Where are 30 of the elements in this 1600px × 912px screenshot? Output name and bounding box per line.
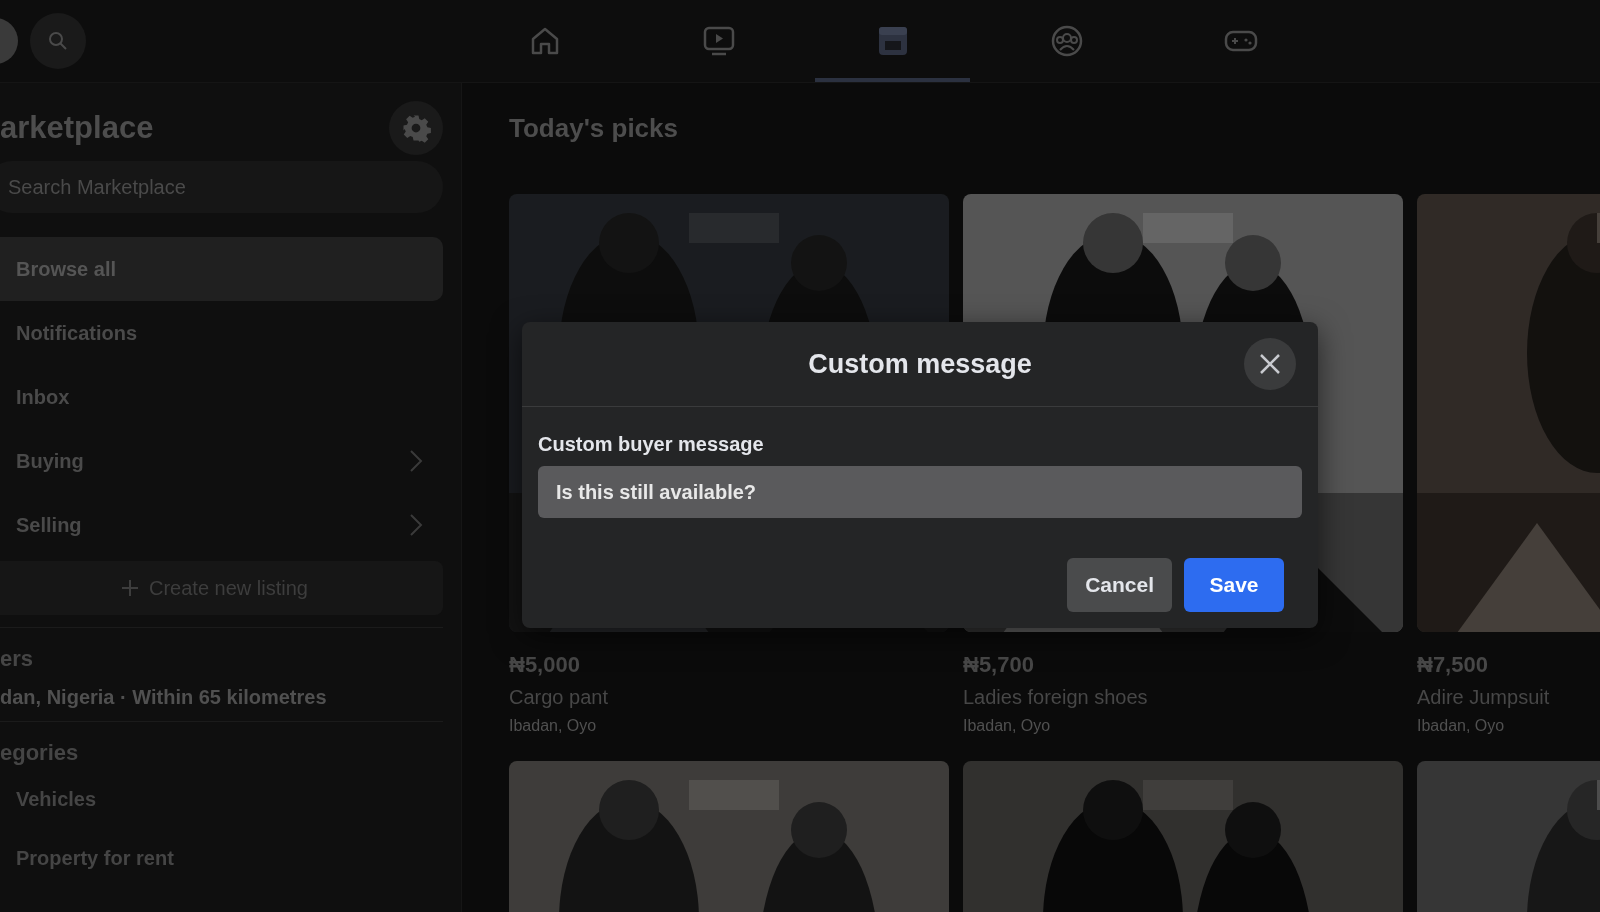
- plus-icon: [121, 579, 139, 597]
- groups-icon: [1049, 24, 1084, 58]
- search-icon: [48, 31, 68, 51]
- settings-icon: [401, 113, 431, 143]
- close-button[interactable]: [1244, 338, 1296, 390]
- message-field[interactable]: Is this still available?: [538, 466, 1302, 518]
- listing-location: Ibadan, Oyo: [1417, 717, 1506, 735]
- cancel-button[interactable]: Cancel: [1067, 558, 1172, 612]
- listing-title[interactable]: Ladies foreign shoes: [963, 686, 1403, 709]
- play-icon: [701, 24, 736, 58]
- sidebar-item[interactable]: Buying: [0, 429, 443, 493]
- field-label: Custom buyer message: [538, 433, 765, 456]
- listing-price: ₦5,700: [963, 652, 1035, 678]
- close-icon: [1259, 353, 1281, 375]
- sidebar-item[interactable]: Notifications: [0, 301, 443, 365]
- dialog-title: Custom message: [808, 348, 1032, 380]
- section-heading: Today's picks: [509, 113, 679, 144]
- sidebar-item[interactable]: Inbox: [0, 365, 443, 429]
- location-filter[interactable]: dan, Nigeria · Within 65 kilometres: [0, 686, 443, 709]
- listing-price: ₦5,000: [509, 652, 581, 678]
- listing-price: ₦7,500: [1417, 652, 1489, 678]
- chevron-icon: [409, 513, 423, 537]
- sidebar-item[interactable]: Selling: [0, 493, 443, 557]
- save-button[interactable]: Save: [1184, 558, 1284, 612]
- sidebar-title: arketplace: [0, 110, 154, 146]
- chevron-icon: [409, 449, 423, 473]
- listing-location: Ibadan, Oyo: [963, 717, 1052, 735]
- listing-title[interactable]: Adire Jumpsuit: [1417, 686, 1600, 709]
- listing-title[interactable]: Cargo pant: [509, 686, 949, 709]
- listing-location: Ibadan, Oyo: [509, 717, 598, 735]
